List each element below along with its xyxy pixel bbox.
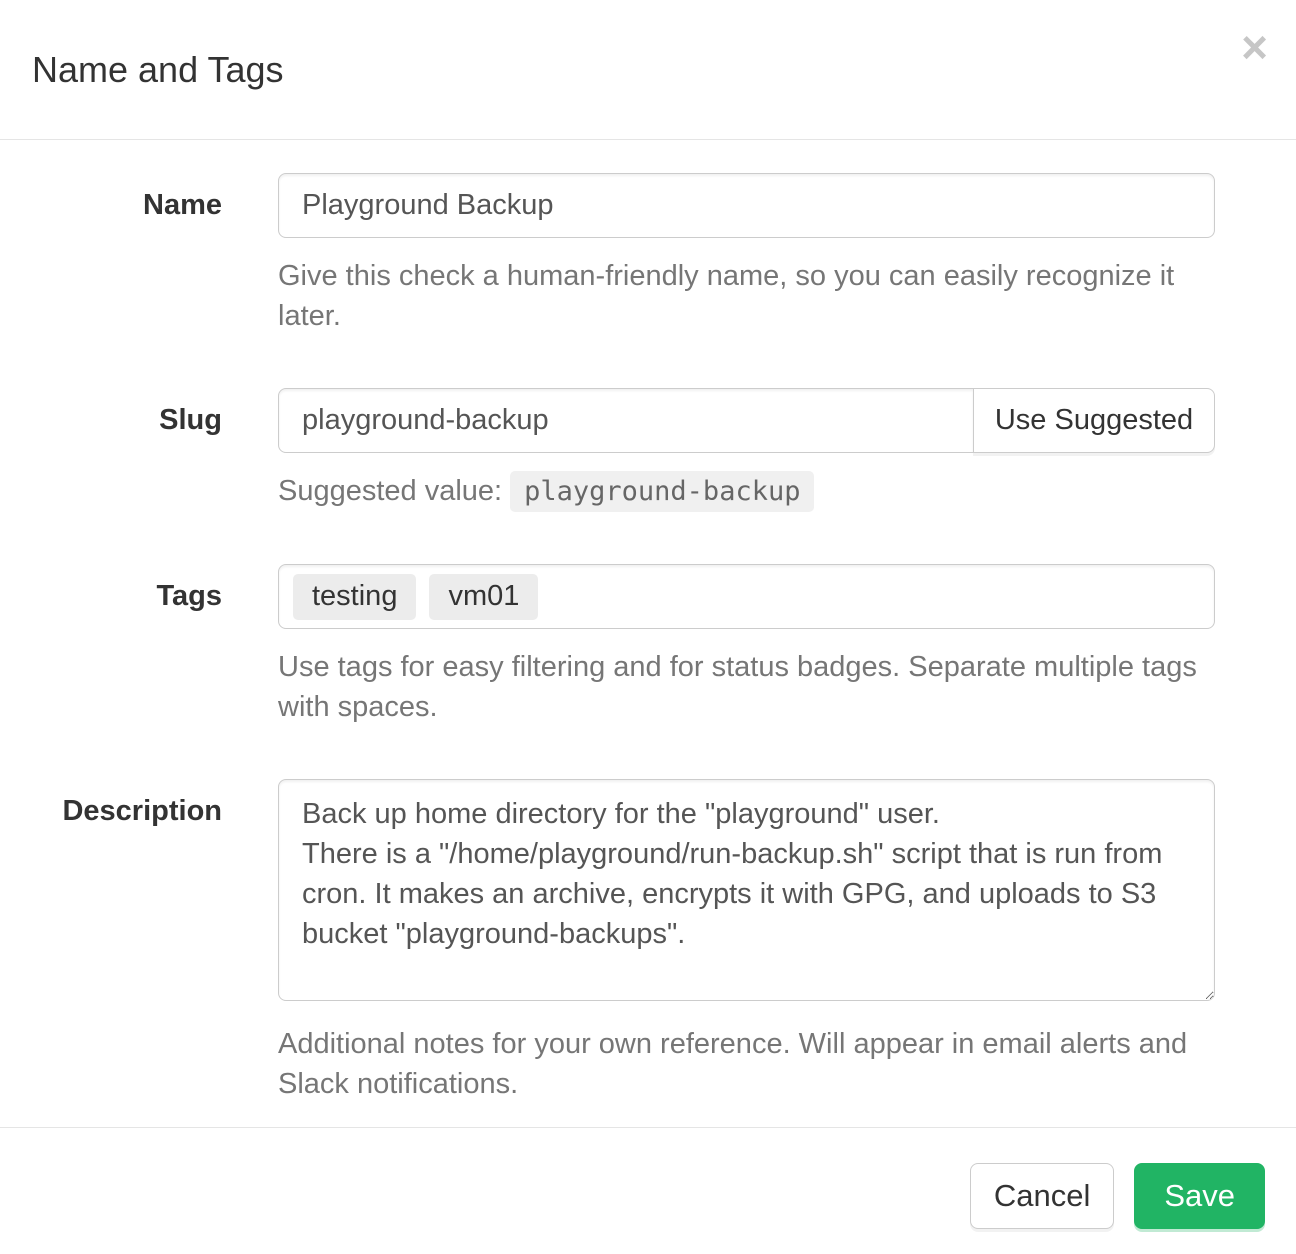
name-label: Name — [143, 189, 222, 221]
tag-chip[interactable]: vm01 — [429, 574, 538, 620]
slug-label: Slug — [159, 404, 222, 436]
name-input[interactable] — [278, 173, 1215, 238]
tags-help-text: Use tags for easy filtering and for stat… — [278, 647, 1215, 727]
modal-footer: Cancel Save — [0, 1127, 1296, 1229]
close-icon[interactable]: × — [1241, 24, 1268, 70]
suggested-value-chip: playground-backup — [510, 471, 814, 512]
use-suggested-button[interactable]: Use Suggested — [973, 388, 1215, 453]
tag-chip[interactable]: testing — [293, 574, 416, 620]
modal-header: Name and Tags × — [0, 0, 1296, 140]
suggested-value-prefix: Suggested value: — [278, 475, 502, 507]
slug-form-group: Slug Use Suggested Suggested value:playg… — [0, 388, 1296, 512]
tags-input[interactable]: testing vm01 — [278, 564, 1215, 629]
modal-body: Name Give this check a human-friendly na… — [0, 140, 1296, 1104]
description-help-text: Additional notes for your own reference.… — [278, 1024, 1215, 1104]
name-form-group: Name Give this check a human-friendly na… — [0, 173, 1296, 336]
tags-form-group: Tags testing vm01 Use tags for easy filt… — [0, 564, 1296, 727]
name-and-tags-modal: Name and Tags × Name Give this check a h… — [0, 0, 1296, 1254]
save-button[interactable]: Save — [1134, 1163, 1265, 1229]
description-textarea[interactable]: Back up home directory for the "playgrou… — [278, 779, 1215, 1001]
suggested-value-line: Suggested value:playground-backup — [278, 471, 1215, 512]
description-label: Description — [62, 795, 222, 827]
tags-label: Tags — [156, 580, 222, 612]
name-help-text: Give this check a human-friendly name, s… — [278, 256, 1215, 336]
slug-input-group: Use Suggested — [278, 388, 1215, 453]
cancel-button[interactable]: Cancel — [970, 1163, 1115, 1229]
modal-title: Name and Tags — [32, 49, 284, 91]
slug-input[interactable] — [278, 388, 974, 453]
description-form-group: Description Back up home directory for t… — [0, 779, 1296, 1104]
